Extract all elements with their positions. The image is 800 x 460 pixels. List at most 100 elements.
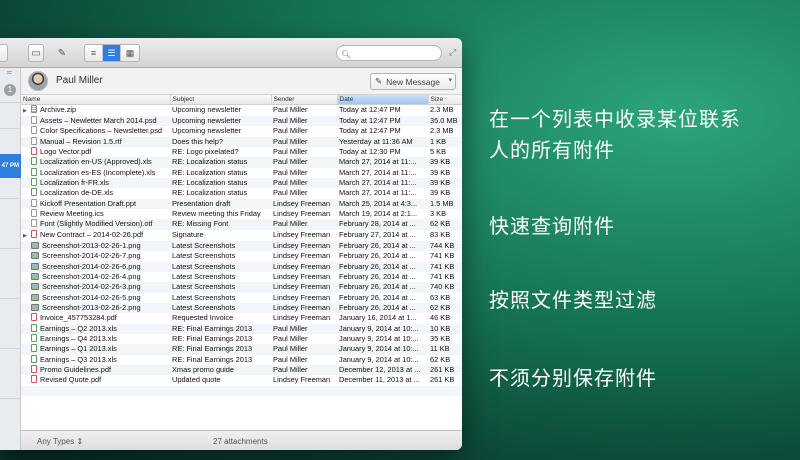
table-row[interactable]: Localization en-US (Approved).xls RE: Loc… (21, 157, 462, 168)
cell-subject: Updated quote (172, 375, 221, 385)
cell-subject: RE: Final Earnings 2013 (172, 354, 253, 364)
table-row[interactable]: Review Meeting.ics Review meeting this Fr… (21, 208, 462, 219)
cell-name: Screenshot-2013-02-26-1.png (21, 240, 170, 252)
cell-subject: Does this help? (170, 136, 271, 147)
new-message-button[interactable]: ✎ New Message ▾ (370, 73, 456, 90)
cell-subject: Latest Screenshots (172, 292, 236, 302)
search-input[interactable]: 🔍︎ (336, 45, 442, 61)
mailbox-toggle-button[interactable]: ▭ (28, 44, 44, 62)
filter-icon[interactable]: ≂ (6, 68, 13, 77)
table-row[interactable]: Localization de-DE.xls RE: Localization s… (21, 188, 462, 198)
cell-subject: Upcoming newsletter (172, 105, 242, 114)
cell-subject: Requested Invoice (172, 313, 234, 323)
sidebar-selected-item[interactable]: 47 PM (0, 154, 21, 178)
cell-subject: RE: Localization status (170, 177, 271, 189)
cell-name: Screenshot-2014-02-26-6.png (21, 261, 170, 272)
table-row[interactable]: ▶ Archive.zip Upcoming newsletter Paul Mill… (21, 104, 462, 116)
table-row[interactable]: Earnings – Q1 2013.xls RE: Final Earnings… (21, 344, 462, 355)
cell-sender: Lindsey Freeman (271, 282, 337, 293)
cell-sender: Lindsey Freeman (273, 230, 331, 240)
cell-date: January 9, 2014 at 10:... (337, 323, 428, 335)
table-row[interactable]: Assets – Newletter March 2014.psd Upcomin… (21, 115, 462, 127)
cell-date: Today at 12:47 PM (339, 105, 401, 114)
cell-date: January 9, 2014 at 10:... (339, 334, 419, 344)
pdf-file-icon (31, 365, 37, 374)
cell-subject: RE: Final Earnings 2013 (170, 323, 271, 335)
table-row[interactable]: Screenshot-2013-02-26-1.png Latest Screen… (21, 240, 462, 252)
column-header-subject[interactable]: Subject (170, 95, 272, 105)
table-row[interactable]: Localization fr-FR.xls RE: Localization s… (21, 177, 462, 189)
cell-sender: Lindsey Freeman (271, 303, 337, 314)
table-row[interactable]: Screenshot-2014-02-26-3.png Latest Screen… (21, 282, 462, 293)
pdf-file-icon (31, 229, 37, 238)
table-row[interactable]: Earnings – Q4 2013.xls RE: Final Earnings… (21, 334, 462, 344)
cell-name: Screenshot-2014-02-26-3.png (21, 282, 170, 293)
table-row[interactable]: Manual – Revision 1.5.rtf Does this help?… (21, 136, 462, 147)
compose-button[interactable]: ✎ (54, 44, 70, 62)
table-row[interactable]: Earnings – Q3 2013.xls RE: Final Earnings… (21, 354, 462, 365)
cell-subject: Latest Screenshots (172, 272, 236, 281)
empty-cell (271, 385, 337, 397)
cell-name: Revised Quote.pdf (21, 375, 170, 385)
cell-date: February 26, 2014 at ... (337, 282, 428, 293)
table-row[interactable]: Screenshot-2013-02-26-2.png Latest Screen… (21, 303, 462, 314)
column-header-name[interactable]: Name (21, 95, 171, 105)
cell-size: 2.3 MB (430, 126, 454, 136)
table-row[interactable]: Revised Quote.pdf Updated quote Lindsey Fr… (21, 375, 462, 385)
cell-subject: RE: Localization status (172, 188, 248, 198)
contact-name: Paul Miller (56, 75, 103, 86)
file-name: Earnings – Q3 2013.xls (40, 354, 117, 364)
table-row[interactable]: Font (Slightly Modified Version).otf RE: … (21, 219, 462, 230)
cell-subject: Review meeting this Friday (172, 208, 261, 218)
table-row[interactable]: Invoice_457753284.pdf Requested Invoice Li… (21, 313, 462, 323)
fullscreen-icon[interactable]: ⤢ (449, 47, 456, 58)
view-attachments-icon[interactable]: ☰ (103, 45, 121, 61)
cell-subject: Latest Screenshots (170, 303, 271, 314)
view-grid-icon[interactable]: ▦ (121, 45, 139, 61)
cell-subject: Xmas promo guide (170, 365, 271, 376)
cell-subject: Latest Screenshots (170, 282, 271, 293)
cell-date: Today at 12:47 PM (339, 126, 401, 136)
cell-name: Logo Vector.pdf (21, 146, 170, 157)
cell-size: 35.0 MB (428, 115, 462, 127)
disclosure-triangle-icon[interactable]: ▶ (23, 106, 29, 116)
toolbar-edge-button[interactable] (0, 44, 8, 62)
table-row[interactable]: Screenshot-2014-02-26-4.png Latest Screen… (21, 272, 462, 282)
disclosure-triangle-icon[interactable]: ▶ (23, 231, 29, 241)
column-header-date[interactable]: Date (337, 95, 429, 105)
type-filter-select[interactable]: Any Types ⇕ (37, 437, 83, 446)
file-name: Assets – Newletter March 2014.psd (40, 115, 157, 125)
table-row[interactable]: ▶ New Contract – 2014-02-26.pdf Signature L… (21, 229, 462, 241)
column-header-size[interactable]: Size (428, 95, 462, 105)
img-file-icon (31, 293, 39, 301)
view-list-icon[interactable]: ≡ (85, 45, 103, 61)
table-row[interactable]: Logo Vector.pdf RE: Logo pixelated? Paul M… (21, 146, 462, 157)
mailbox-icon: ▭ (31, 47, 41, 59)
cell-sender: Lindsey Freeman (273, 292, 331, 302)
cell-size: 35 KB (430, 334, 451, 344)
sidebar-divider (0, 248, 21, 249)
cell-size: 62 KB (428, 303, 462, 314)
table-row[interactable]: Promo Guidelines.pdf Xmas promo guide Paul… (21, 365, 462, 376)
table-row[interactable]: Earnings – Q2 2013.xls RE: Final Earnings… (21, 323, 462, 335)
table-row[interactable]: Screenshot-2014-02-26-6.png Latest Screen… (21, 261, 462, 272)
table-row[interactable]: Screenshot-2014-02-26-7.png Latest Screen… (21, 251, 462, 261)
doc-file-icon (31, 115, 37, 124)
table-row[interactable]: Screenshot-2014-02-26-5.png Latest Screen… (21, 293, 462, 303)
cell-name: Earnings – Q1 2013.xls (21, 344, 170, 355)
column-header-sender[interactable]: Sender (271, 95, 338, 105)
cell-subject: Signature (172, 230, 204, 240)
cell-subject: Upcoming newsletter (170, 115, 271, 127)
table-row[interactable]: Color Specifications – Newsletter.psd Upc… (21, 126, 462, 136)
cell-size: 740 KB (428, 282, 462, 293)
chevron-down-icon[interactable]: ▾ (448, 76, 452, 84)
xls-file-icon (31, 344, 37, 353)
table-row[interactable]: Localization es-ES (Incomplete).xls RE: L… (21, 167, 462, 178)
cell-sender: Paul Miller (273, 126, 308, 136)
cell-sender: Paul Miller (273, 105, 308, 114)
cell-sender: Lindsey Freeman (271, 261, 337, 272)
cell-sender: Paul Miller (271, 136, 337, 147)
table-row[interactable]: Kickoff Presentation Draft.ppt Presentati… (21, 198, 462, 209)
cell-name: Localization es-ES (Incomplete).xls (21, 167, 170, 178)
file-name: Localization en-US (Approved).xls (40, 157, 152, 167)
